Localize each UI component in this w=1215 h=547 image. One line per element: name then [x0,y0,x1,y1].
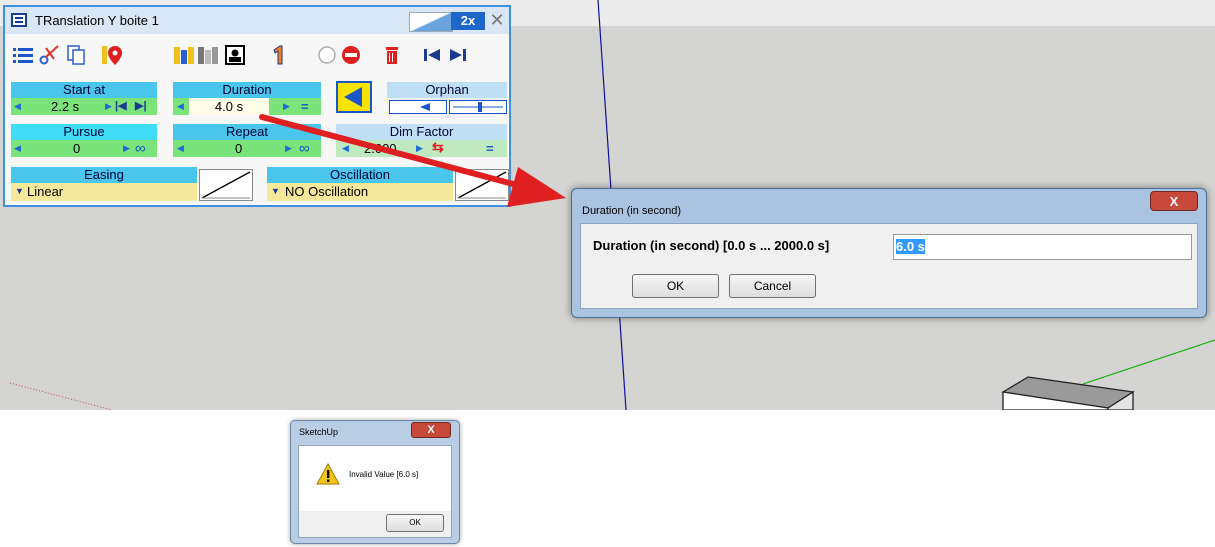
duration-dialog-title: Duration (in second) [582,205,682,217]
cancel-button[interactable]: Cancel [729,274,816,298]
duration-dialog-close-button[interactable]: X [1150,191,1198,211]
message-ok-button[interactable]: OK [386,514,444,532]
duration-input-selected-text: 6.0 s [896,239,925,254]
message-box-title: SketchUp [299,427,339,437]
duration-prompt: Duration (in second) [0.0 s ... 2000.0 s… [593,238,830,253]
duration-dialog: Duration (in second) X Duration (in seco… [571,188,1207,318]
message-text: Invalid Value [6.0 s] [349,470,419,479]
warning-icon [316,463,340,485]
message-box-body: Invalid Value [6.0 s] OK [298,445,452,538]
ok-button[interactable]: OK [632,274,719,298]
duration-dialog-body: Duration (in second) [0.0 s ... 2000.0 s… [580,223,1198,309]
error-message-box: SketchUp X Invalid Value [6.0 s] OK [290,420,460,544]
duration-input[interactable]: 6.0 s [893,234,1192,260]
message-box-footer: OK [299,511,451,537]
message-box-close-button[interactable]: X [411,422,451,438]
